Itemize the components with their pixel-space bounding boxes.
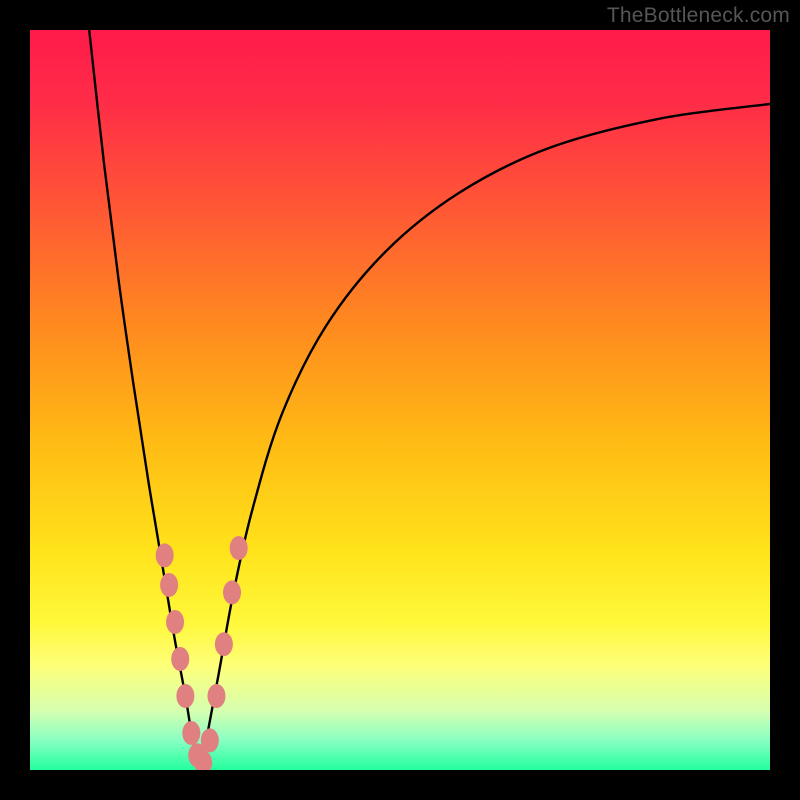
gradient-background (30, 30, 770, 770)
chart-frame: TheBottleneck.com (0, 0, 800, 800)
highlight-dot (182, 721, 200, 745)
highlight-dot (223, 580, 241, 604)
watermark-text: TheBottleneck.com (607, 4, 790, 28)
highlight-dot (201, 728, 219, 752)
highlight-dot (166, 610, 184, 634)
highlight-dot (160, 573, 178, 597)
chart-svg (30, 30, 770, 770)
highlight-dot (171, 647, 189, 671)
highlight-dot (156, 543, 174, 567)
highlight-dot (176, 684, 194, 708)
highlight-dot (215, 632, 233, 656)
highlight-dot (230, 536, 248, 560)
plot-area (30, 30, 770, 770)
highlight-dot (207, 684, 225, 708)
